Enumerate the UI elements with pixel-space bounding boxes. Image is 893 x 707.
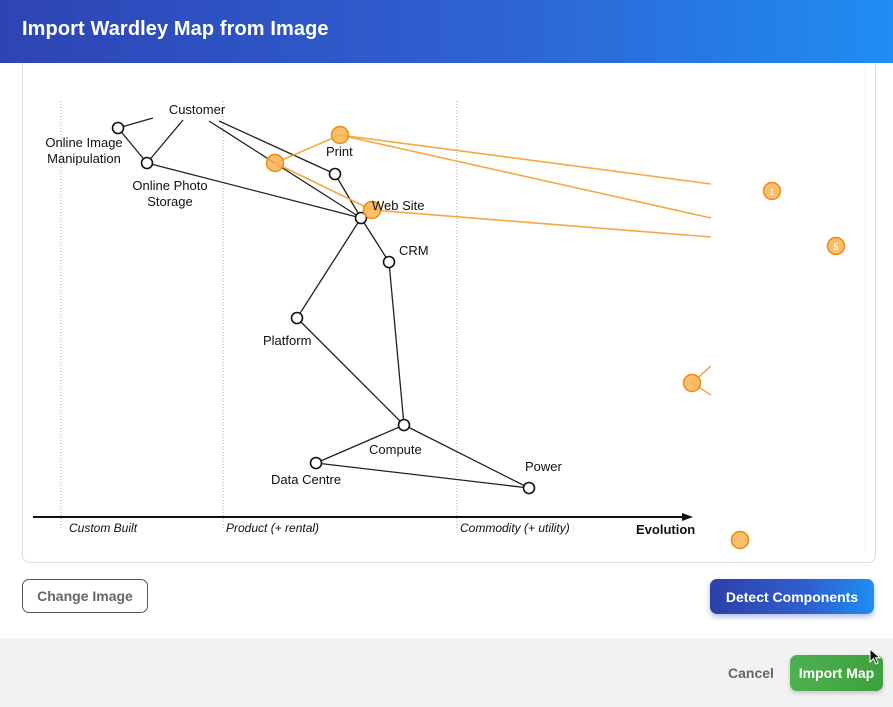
- map-image-viewport[interactable]: 1 5 Customer Online Image Manipulation O…: [33, 63, 865, 553]
- component-node-crm: [382, 255, 396, 269]
- component-label: Storage: [147, 194, 193, 209]
- component-label: Web Site: [372, 198, 425, 213]
- detection-marker[interactable]: [330, 125, 350, 145]
- component-label: Online Photo: [132, 178, 207, 193]
- detection-marker[interactable]: [265, 153, 285, 173]
- dialog-title: Import Wardley Map from Image: [22, 18, 329, 40]
- map-link: [315, 462, 530, 489]
- component-node-power: [522, 481, 536, 495]
- component-label: Customer: [169, 102, 226, 117]
- cancel-button[interactable]: Cancel: [724, 664, 778, 682]
- wardley-map-image: 1 5 Customer Online Image Manipulation O…: [33, 101, 846, 550]
- component-label: Power: [525, 459, 563, 474]
- detect-components-button[interactable]: Detect Components: [710, 579, 874, 614]
- dialog-header: Import Wardley Map from Image: [0, 0, 893, 63]
- axis-stage-label: Commodity (+ utility): [460, 521, 570, 535]
- component-node-data-centre: [309, 456, 323, 470]
- component-node-platform: [290, 311, 304, 325]
- detection-line: [371, 209, 712, 238]
- component-node-online-image: [111, 121, 125, 135]
- axis-stage-label: Custom Built: [69, 521, 138, 535]
- map-link: [296, 317, 405, 426]
- component-label: Print: [326, 144, 353, 159]
- image-preview-frame: 1 5 Customer Online Image Manipulation O…: [22, 63, 876, 563]
- mouse-cursor-icon: [869, 648, 882, 665]
- map-link: [388, 261, 405, 426]
- axis-title: Evolution: [636, 522, 695, 537]
- detection-marker[interactable]: [730, 530, 750, 550]
- component-node-print: [328, 167, 342, 181]
- component-node-online-photo: [140, 156, 154, 170]
- map-link: [360, 217, 390, 263]
- component-node-compute: [397, 418, 411, 432]
- detection-line: [274, 162, 373, 211]
- axis-stage-label: Product (+ rental): [226, 521, 319, 535]
- component-label: Platform: [263, 333, 311, 348]
- axis-arrowhead: [682, 513, 693, 521]
- component-label: CRM: [399, 243, 429, 258]
- map-link: [146, 119, 184, 164]
- map-link: [296, 217, 362, 319]
- component-label: Manipulation: [47, 151, 121, 166]
- marker-number: 1: [769, 187, 774, 197]
- component-label: Data Centre: [271, 472, 341, 487]
- detection-marker[interactable]: [682, 373, 702, 393]
- marker-number: 5: [833, 242, 838, 252]
- map-link: [334, 173, 362, 219]
- component-label: Online Image: [45, 135, 122, 150]
- change-image-button[interactable]: Change Image: [22, 579, 148, 613]
- map-link: [403, 424, 530, 489]
- component-label: Compute: [369, 442, 422, 457]
